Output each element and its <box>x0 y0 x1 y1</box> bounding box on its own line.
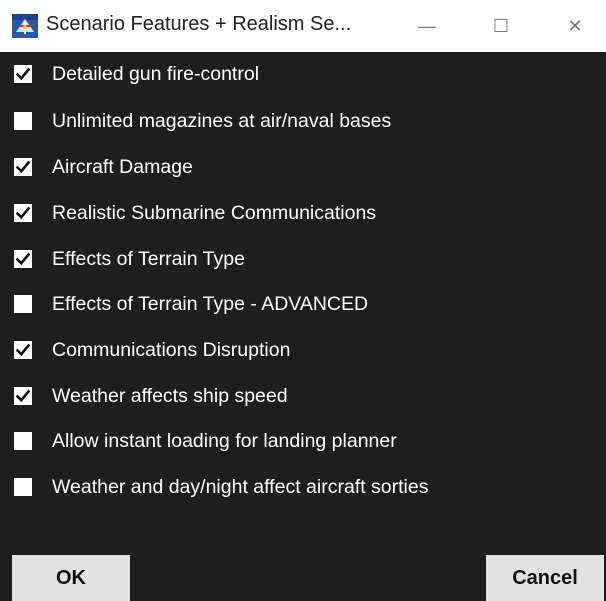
option-checkbox[interactable] <box>14 250 32 268</box>
option-row[interactable]: Realistic Submarine Communications <box>14 199 376 227</box>
option-checkbox[interactable] <box>14 204 32 222</box>
minimize-icon: — <box>418 15 436 36</box>
checkmark-icon <box>15 389 31 403</box>
option-row[interactable]: Effects of Terrain Type <box>14 245 245 273</box>
dialog-window: Scenario Features + Realism Se... — ☐ ✕ … <box>0 0 606 601</box>
minimize-button[interactable]: — <box>398 0 456 52</box>
option-label: Effects of Terrain Type <box>52 247 245 270</box>
cancel-button[interactable]: Cancel <box>486 555 604 601</box>
option-row[interactable]: Allow instant loading for landing planne… <box>14 427 397 455</box>
option-label: Weather and day/night affect aircraft so… <box>52 475 429 498</box>
option-checkbox[interactable] <box>14 341 32 359</box>
option-checkbox[interactable] <box>14 295 32 313</box>
maximize-button[interactable]: ☐ <box>472 0 530 52</box>
option-label: Weather affects ship speed <box>52 384 288 407</box>
option-label: Aircraft Damage <box>52 155 193 178</box>
option-label: Realistic Submarine Communications <box>52 201 377 224</box>
option-row[interactable]: Unlimited magazines at air/naval bases <box>14 107 391 135</box>
option-checkbox[interactable] <box>14 432 32 450</box>
checkmark-icon <box>15 67 31 81</box>
option-checkbox[interactable] <box>14 387 32 405</box>
close-icon: ✕ <box>567 15 583 36</box>
app-icon <box>12 14 38 38</box>
close-button[interactable]: ✕ <box>546 0 604 52</box>
option-row[interactable]: Communications Disruption <box>14 336 290 364</box>
window-title: Scenario Features + Realism Se... <box>46 13 352 35</box>
option-row[interactable]: Effects of Terrain Type - ADVANCED <box>14 290 368 318</box>
option-row[interactable]: Detailed gun fire-control <box>14 60 259 88</box>
option-row[interactable]: Weather affects ship speed <box>14 382 288 410</box>
option-row[interactable]: Weather and day/night affect aircraft so… <box>14 473 428 501</box>
option-checkbox[interactable] <box>14 112 32 130</box>
options-panel: Detailed gun fire-control Unlimited magaz… <box>0 52 606 601</box>
checkmark-icon <box>15 343 31 357</box>
checkmark-icon <box>15 206 31 220</box>
checkmark-icon <box>15 160 31 174</box>
ok-button[interactable]: OK <box>12 555 130 601</box>
checkmark-icon <box>15 252 31 266</box>
option-row[interactable]: Aircraft Damage <box>14 153 193 181</box>
option-label: Allow instant loading for landing planne… <box>52 429 397 452</box>
option-label: Detailed gun fire-control <box>52 62 260 85</box>
maximize-icon: ☐ <box>492 15 510 36</box>
title-bar[interactable]: Scenario Features + Realism Se... — ☐ ✕ <box>0 0 606 52</box>
option-checkbox[interactable] <box>14 65 32 83</box>
option-checkbox[interactable] <box>14 158 32 176</box>
option-label: Unlimited magazines at air/naval bases <box>52 109 392 132</box>
option-checkbox[interactable] <box>14 478 32 496</box>
option-label: Communications Disruption <box>52 338 291 361</box>
option-label: Effects of Terrain Type - ADVANCED <box>52 292 369 315</box>
